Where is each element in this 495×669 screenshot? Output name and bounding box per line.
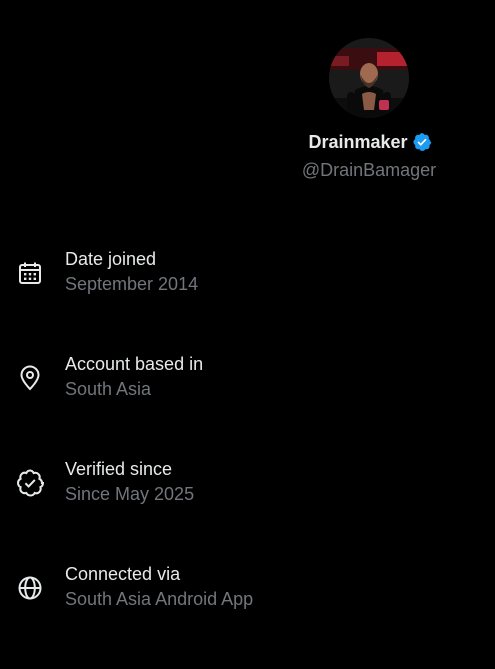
- info-value: September 2014: [65, 274, 199, 294]
- info-item-date-joined: Date joined September 2014: [0, 247, 495, 303]
- avatar-image: [329, 38, 409, 118]
- calendar-icon: [16, 259, 44, 287]
- info-value: South Asia: [65, 379, 152, 399]
- verified-badge-icon: [16, 469, 45, 497]
- info-title: Date joined: [65, 249, 157, 269]
- info-item-account-based-in: Account based in South Asia: [0, 352, 495, 408]
- display-name: Drainmaker: [308, 132, 408, 152]
- location-pin-icon: [16, 364, 44, 392]
- info-title: Verified since: [65, 459, 173, 479]
- globe-icon: [16, 574, 44, 602]
- info-item-verified-since: Verified since Since May 2025: [0, 457, 495, 513]
- name-row: Drainmaker: [0, 130, 495, 154]
- info-title: Connected via: [65, 564, 181, 584]
- verified-badge-icon: [412, 132, 432, 152]
- info-title: Account based in: [65, 354, 204, 374]
- info-value: Since May 2025: [65, 484, 195, 504]
- info-value: South Asia Android App: [65, 589, 254, 609]
- avatar[interactable]: [329, 38, 409, 118]
- user-handle: @DrainBamager: [301, 160, 437, 180]
- info-item-connected-via: Connected via South Asia Android App: [0, 562, 495, 618]
